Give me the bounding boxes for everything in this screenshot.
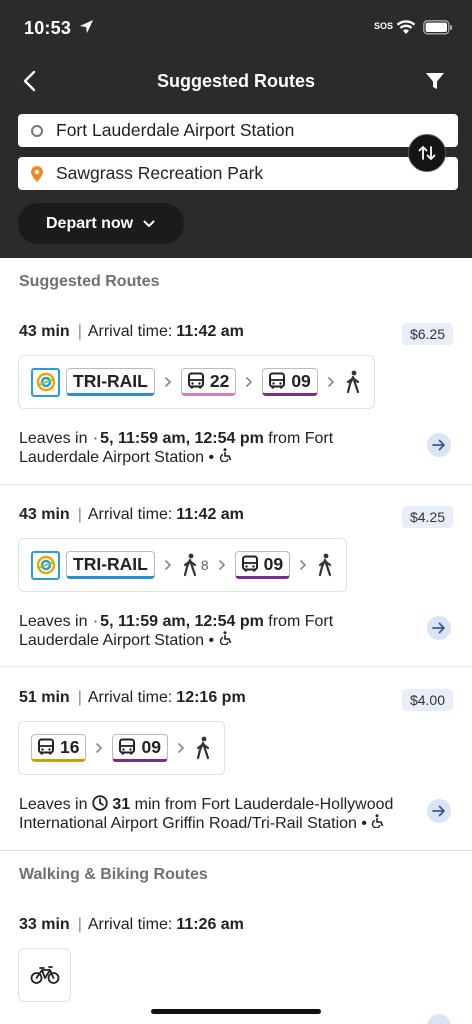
tri-rail-label: TRI-RAIL [66,551,155,579]
walk-minutes: 8 [200,557,209,573]
route-summary: 43 min | Arrival time: 11:42 am [19,323,244,340]
arrow-right-icon [432,439,445,451]
arrow-right-icon [432,805,445,817]
bicycle-icon [30,966,59,984]
home-indicator [151,1009,321,1014]
chevron-right-icon [327,376,335,388]
departure-info: Leaves in · 5, 11:59 am, 12:54 pm from For… [19,430,334,466]
walk-icon [194,736,212,760]
route-legs: TRI-RAIL 22 09 [18,355,375,409]
swap-icon [418,146,436,160]
chevron-right-icon [164,376,172,388]
chevron-right-icon [299,559,307,571]
chevron-right-icon [177,742,185,754]
wifi-icon [396,20,416,34]
price-badge: $6.25 [401,323,453,345]
depart-now-button[interactable]: Depart now [18,203,184,244]
route-details-button[interactable] [427,1014,451,1024]
chevron-right-icon [245,376,253,388]
walk-icon [316,553,334,577]
origin-field[interactable]: Fort Lauderdale Airport Station [18,114,458,147]
route-legs: TRI-RAIL 8 09 [18,538,348,592]
bus-09-pill: 09 [262,368,318,396]
bus-icon [119,738,136,755]
nav-bar: Suggested Routes [0,62,472,102]
route-legs: 16 09 [18,721,225,775]
chevron-right-icon [95,742,103,754]
price-badge: $4.25 [401,506,453,528]
price-badge: $4.00 [401,689,453,711]
wheelchair-icon [372,814,384,829]
tri-rail-logo-icon [31,367,60,397]
wheelchair-icon [219,631,231,646]
divider [0,484,472,485]
route-summary: 51 min | Arrival time: 12:16 pm [19,689,246,706]
route-summary: 33 min | Arrival time: 11:26 am [19,916,244,933]
walk-icon [183,553,196,577]
bus-09-pill: 09 [112,734,168,762]
route-summary: 43 min | Arrival time: 11:42 am [19,506,244,523]
page-title: Suggested Routes [156,71,316,91]
sos-indicator: SOS [374,21,394,31]
section-heading-walking: Walking & Biking Routes [19,866,208,883]
bus-icon [187,372,204,389]
status-time: 10:53 [24,18,72,38]
departure-info: Leaves in 31 min from Fort Lauderdale-Ho… [19,795,394,832]
walk-leg: 8 [181,553,209,577]
tri-rail-logo-icon [31,550,60,580]
origin-text: Fort Lauderdale Airport Station [56,120,295,140]
bus-22-pill: 22 [180,368,237,396]
bus-16-pill: 16 [31,734,87,762]
wheelchair-icon [219,448,231,463]
filter-icon[interactable] [424,70,446,92]
swap-button[interactable] [408,134,446,172]
bike-leg [18,948,71,1002]
status-bar: 10:53 SOS [0,0,472,58]
destination-field[interactable]: Sawgrass Recreation Park [18,157,458,190]
location-arrow-icon [79,19,94,34]
route-details-button[interactable] [427,616,451,640]
battery-icon [423,20,452,35]
bus-icon [269,372,286,389]
bus-icon [38,738,54,755]
bus-09-pill: 09 [234,551,291,579]
chevron-right-icon [164,559,172,571]
chevron-right-icon [218,559,226,571]
section-divider [0,850,472,851]
destination-pin-icon [31,165,43,182]
destination-text: Sawgrass Recreation Park [56,163,264,183]
route-details-button[interactable] [427,799,451,823]
divider [0,666,472,667]
tri-rail-label: TRI-RAIL [66,368,155,396]
route-details-button[interactable] [427,433,451,457]
clock-icon [92,795,108,811]
bus-icon [241,555,258,572]
chevron-down-icon [143,220,155,227]
arrow-right-icon [432,622,445,634]
departure-info: Leaves in · 5, 11:59 am, 12:54 pm from For… [19,613,334,649]
walk-icon [344,370,362,394]
realtime-icon: · [93,613,99,629]
depart-label: Depart now [46,214,134,232]
origin-ring-icon [31,124,43,137]
realtime-icon: · [93,430,99,446]
header: 10:53 SOS Suggested Routes Fort Lauderda… [0,0,472,258]
section-heading-suggested: Suggested Routes [19,273,160,290]
